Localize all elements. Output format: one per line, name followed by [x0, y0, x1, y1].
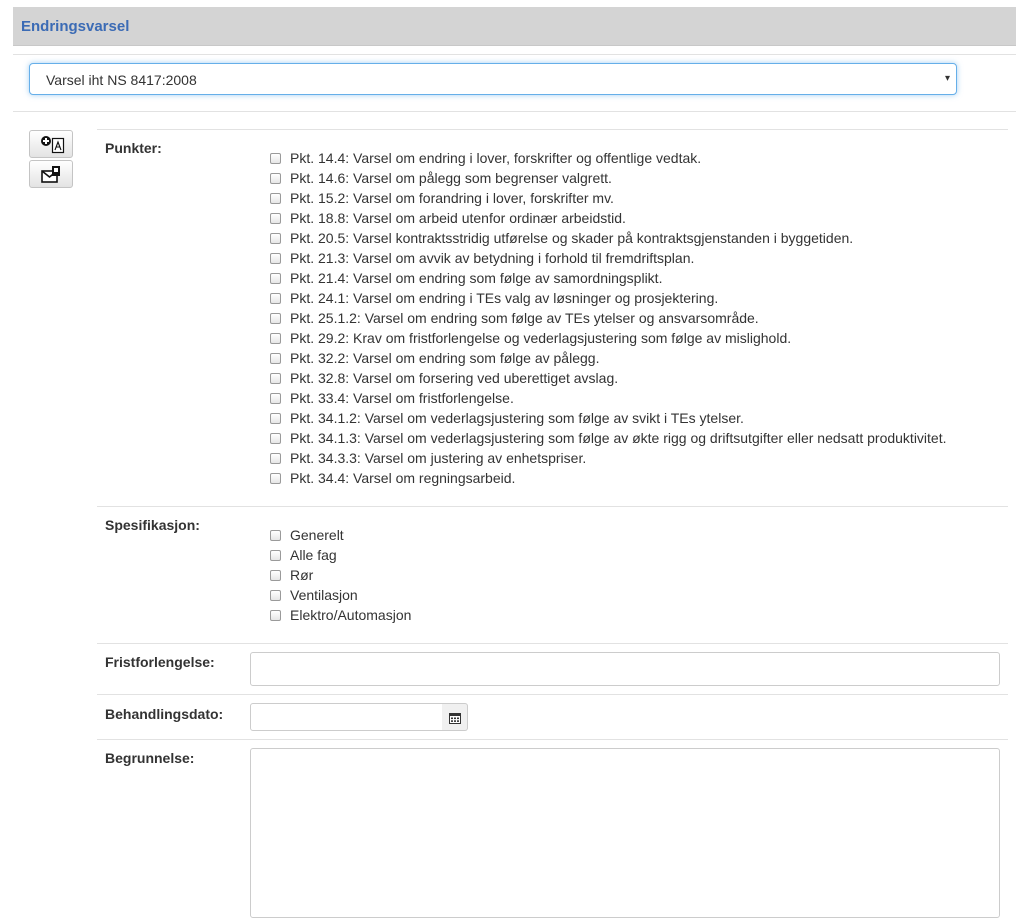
punkt-item[interactable]: Pkt. 21.3: Varsel om avvik av betydning …: [270, 248, 694, 268]
checkbox[interactable]: [270, 609, 281, 621]
checkbox[interactable]: [270, 172, 281, 184]
checkbox[interactable]: [270, 529, 281, 541]
checkbox[interactable]: [270, 272, 281, 284]
punkt-item-label: Pkt. 33.4: Varsel om fristforlengelse.: [290, 390, 514, 406]
punkt-item[interactable]: Pkt. 14.4: Varsel om endring i lover, fo…: [270, 148, 701, 168]
punkt-item-label: Pkt. 32.2: Varsel om endring som følge a…: [290, 350, 600, 366]
punkt-item-label: Pkt. 14.4: Varsel om endring i lover, fo…: [290, 150, 702, 166]
chevron-down-icon: ▾: [944, 73, 950, 84]
panel-title: Endringsvarsel: [21, 18, 130, 35]
punkt-item[interactable]: Pkt. 14.6: Varsel om pålegg som begrense…: [270, 168, 612, 188]
punkt-item[interactable]: Pkt. 32.8: Varsel om forsering ved ubere…: [270, 368, 618, 388]
checkbox[interactable]: [270, 292, 281, 304]
checkbox[interactable]: [270, 452, 281, 464]
punkt-item[interactable]: Pkt. 34.3.3: Varsel om justering av enhe…: [270, 448, 586, 468]
checkbox[interactable]: [270, 472, 281, 484]
checkbox[interactable]: [270, 152, 281, 164]
punkt-item[interactable]: Pkt. 29.2: Krav om fristforlengelse og v…: [270, 328, 791, 348]
spesifikasjon-item-label: Ventilasjon: [290, 587, 358, 603]
divider: [97, 739, 1008, 740]
checkbox[interactable]: [270, 232, 281, 244]
spesifikasjon-item-label: Rør: [290, 567, 314, 583]
spesifikasjon-item[interactable]: Elektro/Automasjon: [270, 605, 411, 625]
spesifikasjon-item-label: Elektro/Automasjon: [290, 607, 412, 623]
spesifikasjon-item[interactable]: Generelt: [270, 525, 344, 545]
punkt-item[interactable]: Pkt. 21.4: Varsel om endring som følge a…: [270, 268, 662, 288]
punkt-item[interactable]: Pkt. 34.1.2: Varsel om vederlagsjusterin…: [270, 408, 744, 428]
punkt-item[interactable]: Pkt. 32.2: Varsel om endring som følge a…: [270, 348, 599, 368]
behandlingsdato-input[interactable]: [250, 703, 443, 731]
mail-attachment-icon: [41, 166, 60, 183]
punkt-item[interactable]: Pkt. 18.8: Varsel om arbeid utenfor ordi…: [270, 208, 626, 228]
punkt-item-label: Pkt. 34.1.2: Varsel om vederlagsjusterin…: [290, 410, 744, 426]
spesifikasjon-item-label: Generelt: [290, 527, 344, 543]
begrunnelse-textarea[interactable]: [250, 748, 1000, 918]
spesifikasjon-item-label: Alle fag: [290, 547, 337, 563]
checkbox[interactable]: [270, 392, 281, 404]
checkbox[interactable]: [270, 212, 281, 224]
punkt-item-label: Pkt. 18.8: Varsel om arbeid utenfor ordi…: [290, 210, 626, 226]
checkbox[interactable]: [270, 372, 281, 384]
punkt-item[interactable]: Pkt. 20.5: Varsel kontraktsstridig utfør…: [270, 228, 853, 248]
checkbox[interactable]: [270, 332, 281, 344]
checkbox[interactable]: [270, 352, 281, 364]
checkbox[interactable]: [270, 192, 281, 204]
punkt-item-label: Pkt. 32.8: Varsel om forsering ved ubere…: [290, 370, 619, 386]
punkter-label: Punkter:: [105, 140, 162, 156]
mail-attachment-button[interactable]: [29, 160, 73, 188]
checkbox[interactable]: [270, 412, 281, 424]
behandlingsdato-label: Behandlingsdato:: [105, 706, 224, 722]
punkt-item-label: Pkt. 15.2: Varsel om forandring i lover,…: [290, 190, 614, 206]
fristforlengelse-input[interactable]: [250, 652, 1000, 686]
checkbox[interactable]: [270, 252, 281, 264]
spesifikasjon-item[interactable]: Alle fag: [270, 545, 337, 565]
punkt-item[interactable]: Pkt. 34.1.3: Varsel om vederlagsjusterin…: [270, 428, 947, 448]
checkbox[interactable]: [270, 312, 281, 324]
punkt-item-label: Pkt. 24.1: Varsel om endring i TEs valg …: [290, 290, 719, 306]
checkbox[interactable]: [270, 589, 281, 601]
calendar-button[interactable]: [442, 703, 468, 731]
punkt-item-label: Pkt. 34.1.3: Varsel om vederlagsjusterin…: [290, 430, 947, 446]
punkt-item[interactable]: Pkt. 25.1.2: Varsel om endring som følge…: [270, 308, 759, 328]
punkt-item-label: Pkt. 34.4: Varsel om regningsarbeid.: [290, 470, 516, 486]
divider: [97, 694, 1008, 695]
punkt-item-label: Pkt. 29.2: Krav om fristforlengelse og v…: [290, 330, 792, 346]
punkt-item[interactable]: Pkt. 24.1: Varsel om endring i TEs valg …: [270, 288, 718, 308]
divider: [13, 111, 1016, 112]
punkt-item-label: Pkt. 21.4: Varsel om endring som følge a…: [290, 270, 663, 286]
variant-select[interactable]: Varsel iht NS 8417:2008 ▾: [29, 63, 957, 95]
divider: [97, 129, 1008, 130]
variant-select-value: Varsel iht NS 8417:2008: [46, 72, 197, 88]
punkt-item-label: Pkt. 25.1.2: Varsel om endring som følge…: [290, 310, 759, 326]
calendar-icon: [449, 713, 461, 724]
checkbox[interactable]: [270, 432, 281, 444]
punkt-item-label: Pkt. 21.3: Varsel om avvik av betydning …: [290, 250, 695, 266]
divider: [97, 506, 1008, 507]
checkbox[interactable]: [270, 549, 281, 561]
begrunnelse-label: Begrunnelse:: [105, 750, 195, 766]
punkt-item-label: Pkt. 34.3.3: Varsel om justering av enhe…: [290, 450, 587, 466]
fristforlengelse-label: Fristforlengelse:: [105, 654, 215, 670]
spesifikasjon-item[interactable]: Rør: [270, 565, 313, 585]
divider: [97, 643, 1008, 644]
punkt-item[interactable]: Pkt. 34.4: Varsel om regningsarbeid.: [270, 468, 515, 488]
punkt-item[interactable]: Pkt. 33.4: Varsel om fristforlengelse.: [270, 388, 514, 408]
add-pdf-icon: [41, 136, 65, 154]
punkt-item[interactable]: Pkt. 15.2: Varsel om forandring i lover,…: [270, 188, 614, 208]
add-pdf-button[interactable]: [29, 130, 73, 158]
checkbox[interactable]: [270, 569, 281, 581]
spesifikasjon-item[interactable]: Ventilasjon: [270, 585, 358, 605]
punkt-item-label: Pkt. 14.6: Varsel om pålegg som begrense…: [290, 170, 612, 186]
divider: [13, 54, 1016, 55]
spesifikasjon-label: Spesifikasjon:: [105, 517, 200, 533]
punkt-item-label: Pkt. 20.5: Varsel kontraktsstridig utfør…: [290, 230, 854, 246]
panel-header: Endringsvarsel: [13, 7, 1016, 46]
